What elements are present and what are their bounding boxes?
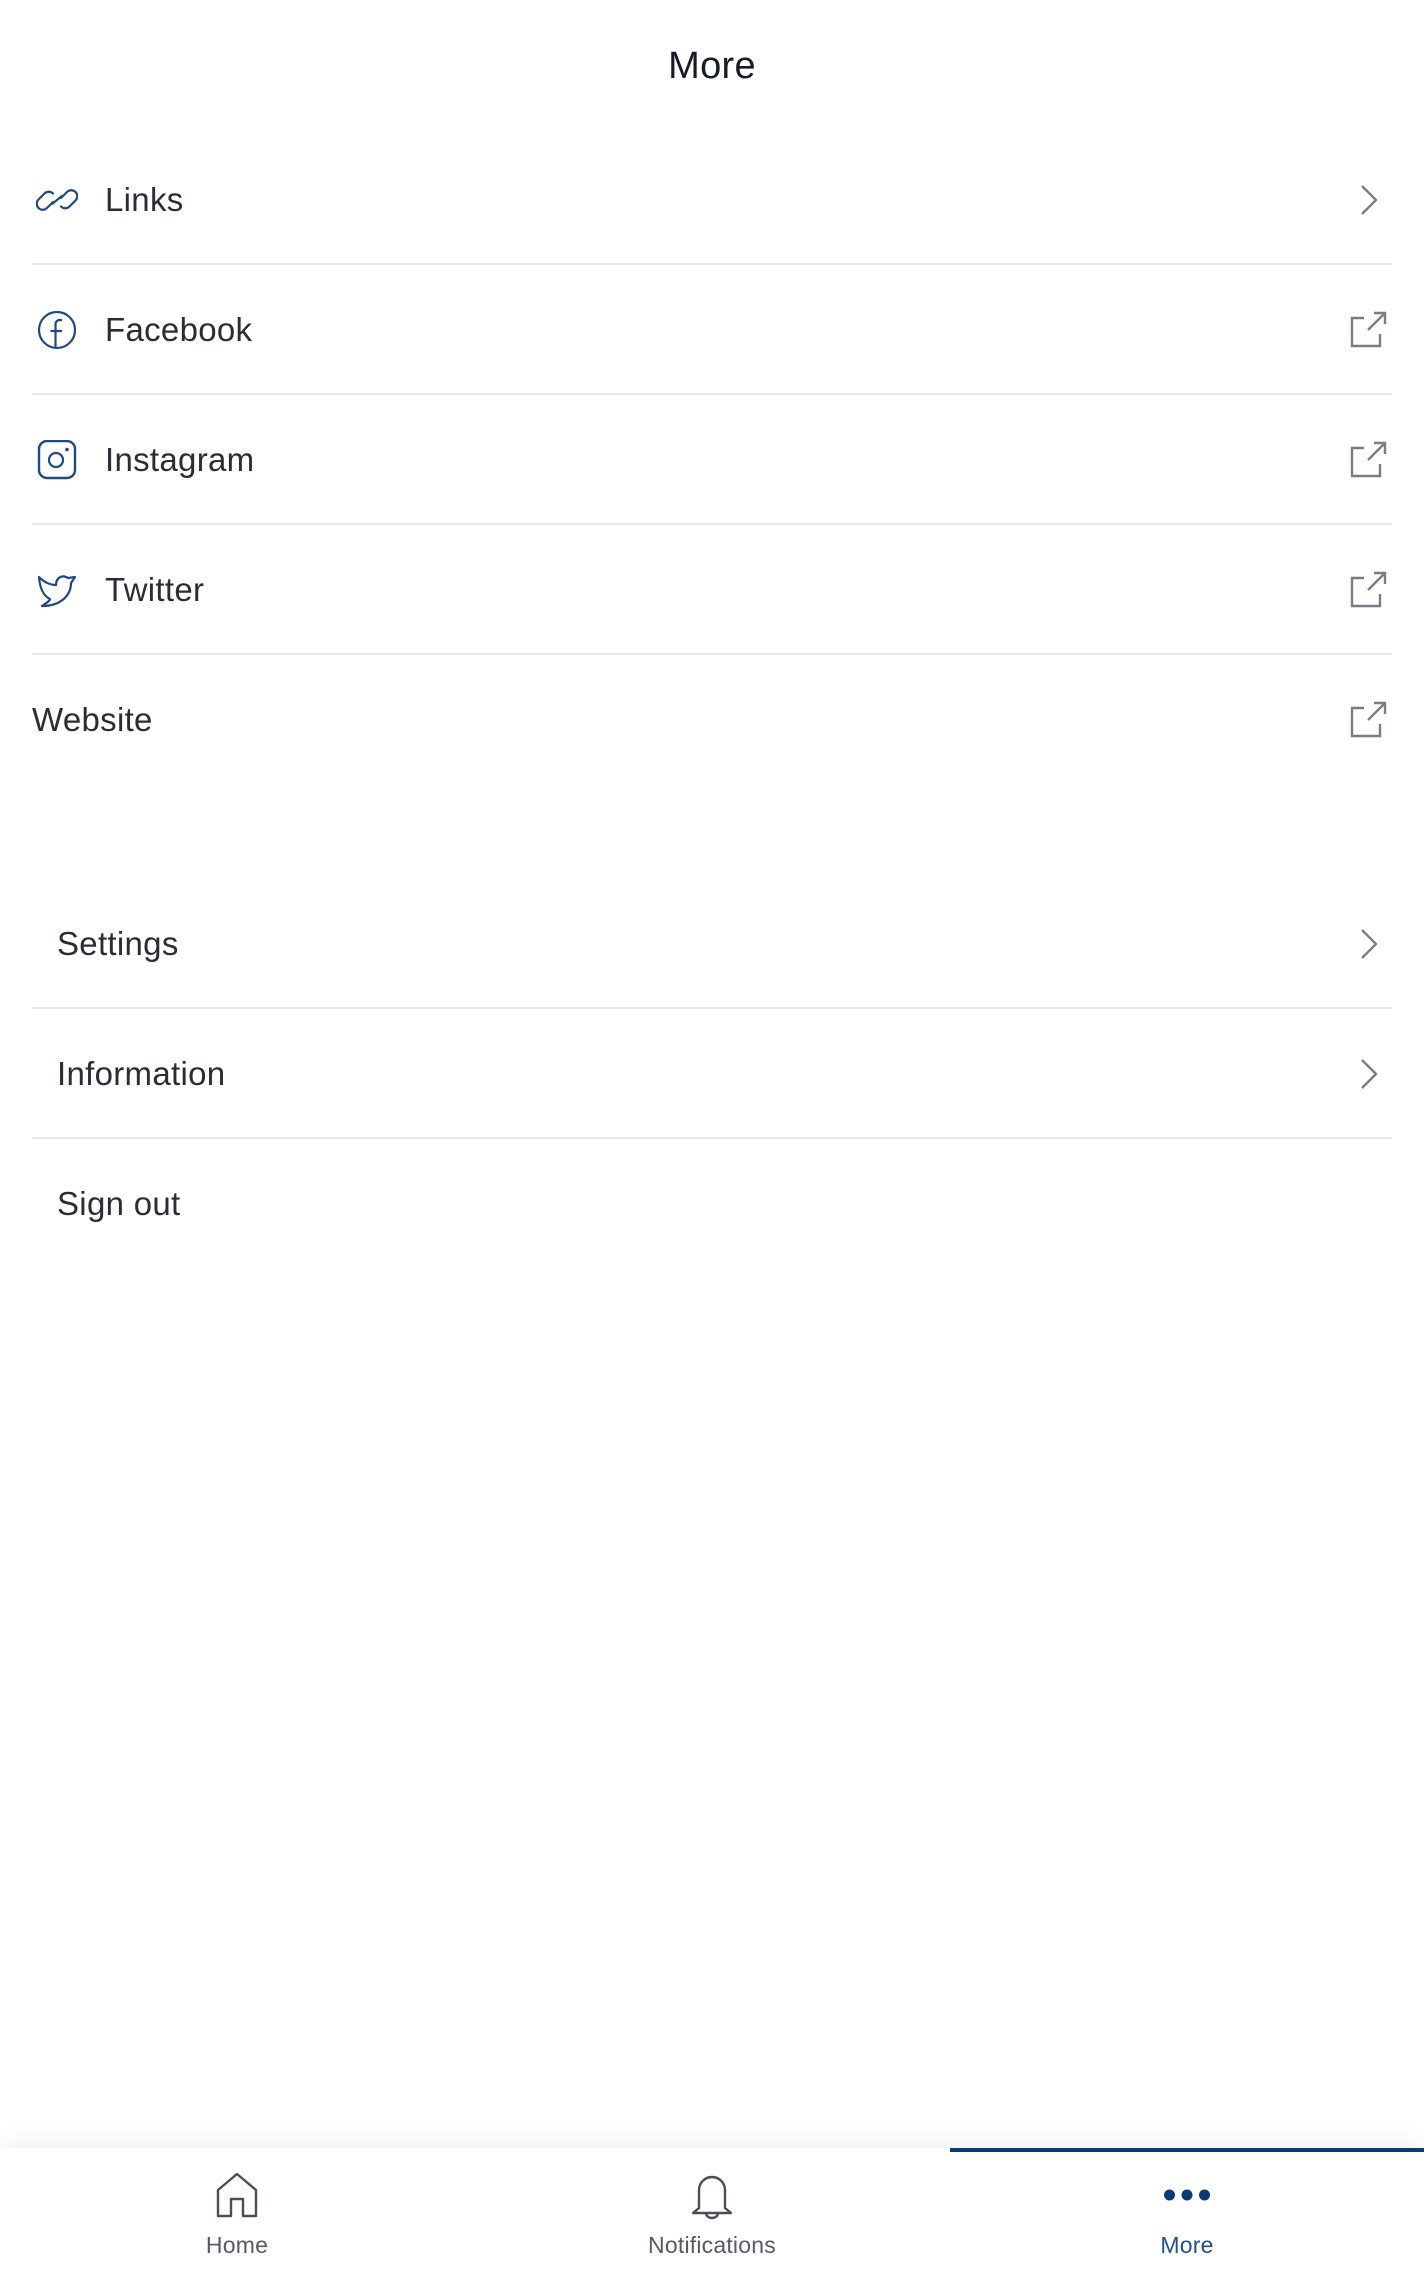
chevron-right-icon [1361, 185, 1378, 215]
menu-item-settings[interactable]: Settings [32, 879, 1392, 1009]
instagram-icon [37, 440, 77, 480]
chevron-right-icon [1361, 929, 1378, 959]
more-dots-icon [1164, 2189, 1210, 2201]
menu-item-links[interactable]: Links [32, 135, 1392, 265]
facebook-icon [37, 310, 77, 350]
link-icon [36, 189, 78, 211]
menu-item-label: Twitter [105, 571, 205, 608]
menu-item-website[interactable]: Website [32, 655, 1392, 785]
menu-item-label: Information [57, 1055, 226, 1092]
active-tab-indicator [950, 2148, 1424, 2152]
menu-item-sign-out[interactable]: Sign out [32, 1139, 1392, 1269]
chevron-right-icon [1361, 1059, 1378, 1089]
menu-item-label: Sign out [57, 1185, 181, 1222]
external-link-icon [1350, 571, 1387, 608]
menu-item-facebook[interactable]: Facebook [32, 265, 1392, 395]
external-link-icon [1350, 701, 1387, 738]
menu-item-label: Settings [57, 925, 179, 962]
twitter-icon [37, 575, 77, 608]
menu-item-label: Facebook [105, 311, 253, 348]
bottom-tab-bar: Home Notifications More [0, 2148, 1424, 2276]
external-link-icon [1350, 311, 1387, 348]
menu-item-label: Website [32, 701, 153, 738]
bell-icon [691, 2175, 733, 2220]
home-icon [216, 2172, 258, 2218]
tab-label: More [1160, 2232, 1214, 2258]
tab-label: Notifications [648, 2232, 776, 2258]
menu-item-information[interactable]: Information [32, 1009, 1392, 1139]
menu-item-label: Instagram [105, 441, 255, 478]
menu-item-label: Links [105, 181, 184, 218]
tab-notifications[interactable]: Notifications [475, 2148, 949, 2276]
tab-label: Home [205, 2232, 269, 2258]
menu-item-instagram[interactable]: Instagram [32, 395, 1392, 525]
page-title: More [668, 45, 756, 87]
tab-home[interactable]: Home [0, 2148, 474, 2276]
external-link-icon [1350, 441, 1387, 478]
tab-more[interactable]: More [950, 2148, 1424, 2276]
menu-item-twitter[interactable]: Twitter [32, 525, 1392, 655]
